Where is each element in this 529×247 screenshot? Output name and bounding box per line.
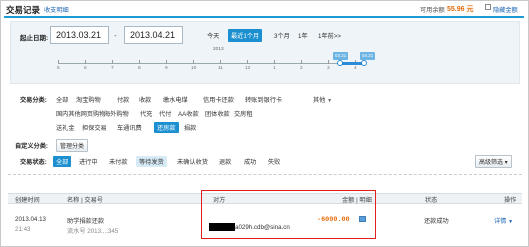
timeline-month-label: 5 <box>57 66 60 71</box>
details-label: 详情 <box>494 218 507 225</box>
collapse-details-link[interactable]: 收支明细 <box>44 5 69 14</box>
timeline-month-label: 11 <box>218 66 223 71</box>
category-donation[interactable]: 捐款 <box>184 123 196 132</box>
timeline-tick <box>58 60 59 64</box>
category-top-up[interactable]: 代充 <box>140 109 152 118</box>
status-refund[interactable]: 退款 <box>219 157 231 166</box>
status-in-progress[interactable]: 进行中 <box>79 157 98 166</box>
hide-amount-checkbox[interactable] <box>485 4 491 10</box>
category-group-collect[interactable]: 团体收款 <box>205 109 230 118</box>
row-name: 助学捐款还款 <box>67 218 105 225</box>
row-status: 还款成功 <box>424 218 449 225</box>
range-over-1-year-button[interactable]: 1年前>> <box>318 31 341 40</box>
timeline-tick <box>274 60 275 64</box>
category-other-label: 其他 <box>313 97 326 104</box>
column-header-time: 创建时间 <box>15 197 40 204</box>
timeline-tick <box>166 60 167 64</box>
category-escrow-trade[interactable]: 担保交易 <box>82 123 107 132</box>
column-header-action: 操作 <box>504 197 517 204</box>
timeline-end-handle-label[interactable]: 04.21 <box>360 52 376 60</box>
timeline-month-label: 10 <box>191 66 197 71</box>
category-receipt[interactable]: 收款 <box>139 95 151 104</box>
category-all[interactable]: 全部 <box>56 95 68 104</box>
header-divider <box>4 16 524 18</box>
status-unconfirmed-receipt[interactable]: 未确认收货 <box>177 157 208 166</box>
category-aa-collect[interactable]: AA收款 <box>178 109 199 118</box>
timeline-tick <box>139 60 140 64</box>
timeline-month-label: 4 <box>354 66 357 71</box>
date-range-label: 起止日期: <box>20 35 49 42</box>
end-date-input[interactable]: 2013.04.21 <box>124 26 183 44</box>
category-house-repayment[interactable]: 还房款 <box>154 122 179 133</box>
custom-category-label: 自定义分类: <box>15 143 48 150</box>
range-last-month-button[interactable]: 最近1个月 <box>228 29 263 42</box>
status-awaiting-shipment[interactable]: 等待发货 <box>136 156 167 167</box>
highlight-annotation-box <box>201 190 376 239</box>
timeline-start-handle-label[interactable]: 03.21 <box>333 52 349 60</box>
category-pay-for-others[interactable]: 代付 <box>159 109 171 118</box>
timeline-end-handle[interactable] <box>361 60 367 66</box>
status-failed[interactable]: 失败 <box>268 157 280 166</box>
chevron-down-icon: ▼ <box>508 219 514 225</box>
category-taobao-shopping[interactable]: 淘宝购物 <box>76 95 101 104</box>
start-date-input[interactable]: 2013.03.21 <box>50 26 109 44</box>
timeline-month-label: 8 <box>138 66 141 71</box>
timeline-month-label: 9 <box>165 66 168 71</box>
timeline-tick <box>247 60 248 64</box>
row-details-link[interactable]: 详情 ▼ <box>494 216 513 225</box>
timeline-tick <box>112 60 113 64</box>
row-serial: 流水号 2013....345 <box>67 228 119 235</box>
balance-value: 55.96 元 <box>447 6 474 13</box>
timeline-tick <box>301 60 302 64</box>
hide-amount-label[interactable]: 隐藏金额 <box>493 5 518 14</box>
status-unpaid[interactable]: 未付款 <box>109 157 128 166</box>
range-3-months-button[interactable]: 3个月 <box>274 31 290 40</box>
category-payment[interactable]: 付款 <box>117 95 129 104</box>
column-header-status: 状态 <box>425 197 438 204</box>
timeline-month-label: 7 <box>111 66 114 71</box>
timeline-tick <box>85 60 86 64</box>
timeline-tick <box>220 60 221 64</box>
timeline-month-label: 3 <box>327 66 330 71</box>
category-gift-money[interactable]: 送礼金 <box>56 123 75 132</box>
balance-label: 可用余额 <box>420 7 445 14</box>
category-transfer-to-bank[interactable]: 转账到银行卡 <box>245 95 282 104</box>
category-credit-card-repay[interactable]: 信用卡还款 <box>203 95 234 104</box>
advanced-filter-button[interactable]: 高级筛选 ▾ <box>475 155 512 168</box>
category-car-telecom-fee[interactable]: 车通讯费 <box>117 123 142 132</box>
status-success[interactable]: 成功 <box>244 157 256 166</box>
range-today-button[interactable]: 今天 <box>207 31 219 40</box>
page-title: 交易记录 <box>6 5 41 15</box>
status-all[interactable]: 全部 <box>53 156 72 167</box>
timeline-month-label: 12 <box>245 66 251 71</box>
timeline-month-label: 2 <box>300 66 303 71</box>
category-rent[interactable]: 交房租 <box>234 109 253 118</box>
row-date: 2013.04.13 <box>15 216 46 223</box>
category-overseas-shopping[interactable]: 海外购物 <box>104 109 129 118</box>
column-header-name: 名称 | 交易号 <box>67 197 103 204</box>
timeline-track[interactable] <box>58 63 358 64</box>
chevron-down-icon: ▼ <box>327 98 333 104</box>
timeline-year: 2013 <box>213 47 224 52</box>
timeline-month-label: 1 <box>273 66 276 71</box>
timeline-month-label: 6 <box>84 66 87 71</box>
status-filter-label: 交易状态: <box>20 159 47 166</box>
category-filter-label: 交易分类: <box>20 97 47 104</box>
timeline-tick <box>193 60 194 64</box>
category-utilities[interactable]: 缴水电煤 <box>163 95 188 104</box>
row-time: 21:43 <box>15 226 31 233</box>
category-other-dropdown[interactable]: 其他 ▼ <box>313 95 332 104</box>
section-divider <box>8 174 522 175</box>
range-1-year-button[interactable]: 1年 <box>298 31 308 40</box>
manage-categories-button[interactable]: 管理分类 <box>56 139 89 152</box>
category-domestic-web-shopping[interactable]: 国内其他网页购物 <box>56 109 106 118</box>
timeline-start-handle[interactable] <box>337 60 343 66</box>
timeline-tick <box>328 60 329 64</box>
date-separator: - <box>114 31 117 40</box>
